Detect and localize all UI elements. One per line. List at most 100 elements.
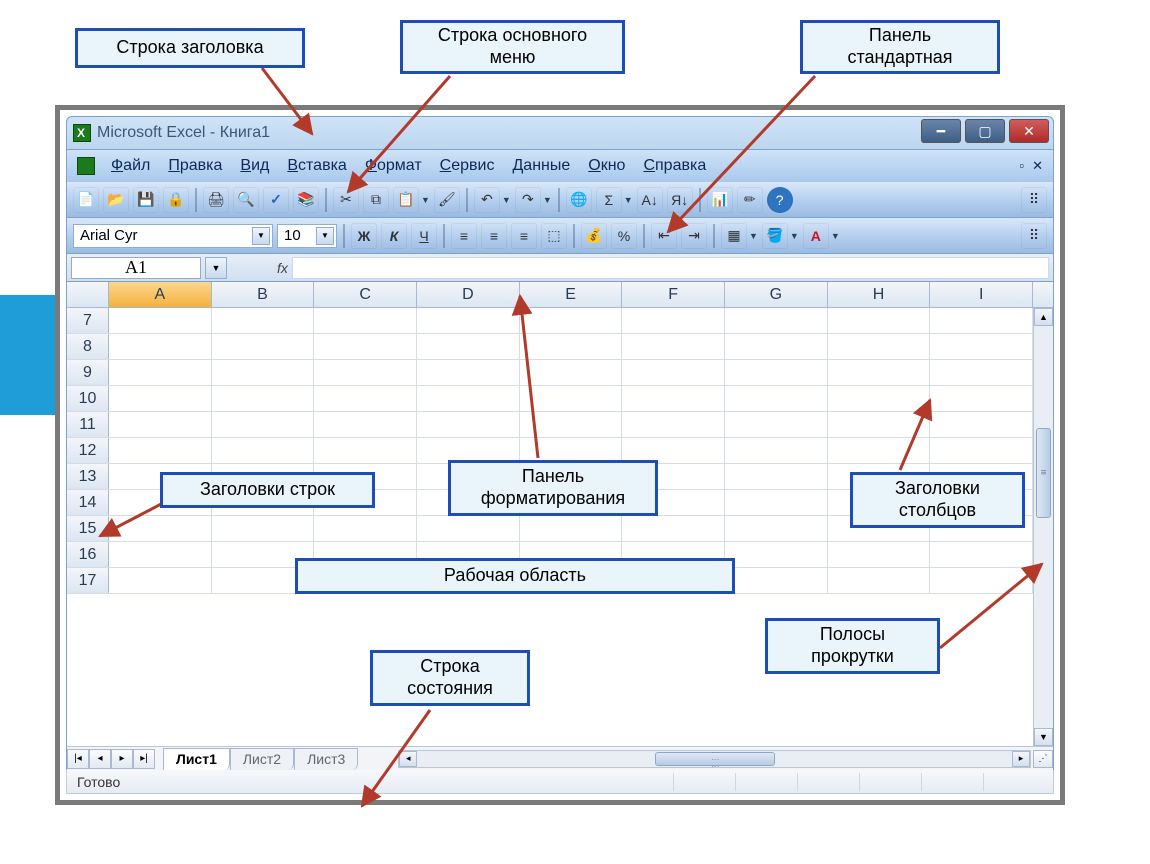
vertical-scrollbar[interactable]: ▲ ▼ bbox=[1033, 308, 1053, 746]
column-header[interactable]: G bbox=[725, 282, 828, 307]
row-header[interactable]: 10 bbox=[67, 386, 109, 411]
column-header[interactable]: H bbox=[828, 282, 931, 307]
menu-item[interactable]: Вид bbox=[240, 157, 269, 174]
toolbar-options-icon[interactable]: ⠿ bbox=[1021, 187, 1047, 213]
save-icon[interactable]: 💾 bbox=[133, 187, 159, 213]
merge-icon[interactable]: ⬚ bbox=[541, 223, 567, 249]
name-box-dropdown[interactable]: ▼ bbox=[205, 257, 227, 279]
copy-icon[interactable]: ⧉ bbox=[363, 187, 389, 213]
split-handle[interactable]: ⋰ bbox=[1033, 750, 1053, 768]
scroll-up-button[interactable]: ▲ bbox=[1034, 308, 1053, 326]
cell[interactable] bbox=[622, 334, 725, 359]
menu-item[interactable]: Вставка bbox=[287, 157, 346, 174]
borders-icon[interactable]: ▦ bbox=[721, 223, 747, 249]
row-header[interactable]: 15 bbox=[67, 516, 109, 541]
cell[interactable] bbox=[212, 516, 315, 541]
cell[interactable] bbox=[314, 412, 417, 437]
hscroll-thumb[interactable] bbox=[655, 752, 775, 766]
cell[interactable] bbox=[725, 490, 828, 515]
align-right-icon[interactable]: ≡ bbox=[511, 223, 537, 249]
minimize-button[interactable]: ━ bbox=[921, 119, 961, 143]
cell[interactable] bbox=[109, 412, 212, 437]
row-header[interactable]: 17 bbox=[67, 568, 109, 593]
new-icon[interactable]: 📄 bbox=[73, 187, 99, 213]
fill-color-icon[interactable]: 🪣 bbox=[762, 223, 788, 249]
title-bar[interactable]: Microsoft Excel - Книга1 ━ ▢ ✕ bbox=[66, 116, 1054, 150]
cell[interactable] bbox=[622, 386, 725, 411]
cell[interactable] bbox=[314, 334, 417, 359]
row-header[interactable]: 16 bbox=[67, 542, 109, 567]
format-painter-icon[interactable]: 🖌 bbox=[434, 187, 460, 213]
cell[interactable] bbox=[520, 308, 623, 333]
menu-item[interactable]: Окно bbox=[588, 157, 625, 174]
cut-icon[interactable]: ✂ bbox=[333, 187, 359, 213]
cell[interactable] bbox=[314, 438, 417, 463]
cell[interactable] bbox=[520, 412, 623, 437]
cell[interactable] bbox=[417, 412, 520, 437]
indent-dec-icon[interactable]: ⇤ bbox=[651, 223, 677, 249]
align-center-icon[interactable]: ≡ bbox=[481, 223, 507, 249]
scroll-right-button[interactable]: ▸ bbox=[1012, 751, 1030, 767]
cell[interactable] bbox=[417, 386, 520, 411]
cell[interactable] bbox=[930, 308, 1033, 333]
cell[interactable] bbox=[417, 516, 520, 541]
cell[interactable] bbox=[314, 360, 417, 385]
menu-item[interactable]: Правка bbox=[168, 157, 222, 174]
restore-icon[interactable]: ▫ bbox=[1019, 158, 1024, 174]
percent-icon[interactable]: % bbox=[611, 223, 637, 249]
cell[interactable] bbox=[212, 334, 315, 359]
cell[interactable] bbox=[725, 542, 828, 567]
sort-asc-icon[interactable]: A↓ bbox=[637, 187, 663, 213]
cell[interactable] bbox=[930, 438, 1033, 463]
cell[interactable] bbox=[828, 542, 931, 567]
cell[interactable] bbox=[725, 360, 828, 385]
bold-button[interactable]: Ж bbox=[351, 223, 377, 249]
column-header[interactable]: A bbox=[109, 282, 212, 307]
cell[interactable] bbox=[622, 360, 725, 385]
undo-icon[interactable]: ↶ bbox=[474, 187, 500, 213]
align-left-icon[interactable]: ≡ bbox=[451, 223, 477, 249]
menu-item[interactable]: Файл bbox=[111, 157, 150, 174]
font-color-icon[interactable]: A bbox=[803, 223, 829, 249]
cell[interactable] bbox=[622, 308, 725, 333]
cell[interactable] bbox=[109, 438, 212, 463]
column-header[interactable]: I bbox=[930, 282, 1033, 307]
cell[interactable] bbox=[725, 334, 828, 359]
italic-button[interactable]: К bbox=[381, 223, 407, 249]
cell[interactable] bbox=[930, 360, 1033, 385]
scroll-thumb[interactable] bbox=[1036, 428, 1051, 518]
cell[interactable] bbox=[622, 516, 725, 541]
row-header[interactable]: 7 bbox=[67, 308, 109, 333]
cell[interactable] bbox=[828, 360, 931, 385]
cell[interactable] bbox=[725, 308, 828, 333]
horizontal-scrollbar[interactable]: ◂ ▸ bbox=[398, 750, 1031, 768]
cell[interactable] bbox=[109, 334, 212, 359]
cell[interactable] bbox=[109, 386, 212, 411]
cell[interactable] bbox=[930, 334, 1033, 359]
chart-icon[interactable]: 📊 bbox=[707, 187, 733, 213]
cell[interactable] bbox=[725, 386, 828, 411]
cell[interactable] bbox=[314, 308, 417, 333]
tab-nav-prev[interactable]: ◂ bbox=[89, 749, 111, 769]
menu-item[interactable]: Справка bbox=[643, 157, 706, 174]
cell[interactable] bbox=[725, 438, 828, 463]
preview-icon[interactable]: 🔍 bbox=[233, 187, 259, 213]
cell[interactable] bbox=[828, 386, 931, 411]
currency-icon[interactable]: 💰 bbox=[581, 223, 607, 249]
tab-nav-next[interactable]: ▸ bbox=[111, 749, 133, 769]
column-header[interactable]: B bbox=[212, 282, 315, 307]
column-header[interactable]: C bbox=[314, 282, 417, 307]
cell[interactable] bbox=[109, 516, 212, 541]
cell[interactable] bbox=[725, 568, 828, 593]
cell[interactable] bbox=[930, 386, 1033, 411]
sheet-tab[interactable]: Лист3 bbox=[294, 748, 358, 770]
cell[interactable] bbox=[930, 568, 1033, 593]
scroll-down-button[interactable]: ▼ bbox=[1034, 728, 1053, 746]
row-header[interactable]: 9 bbox=[67, 360, 109, 385]
name-box[interactable]: A1 bbox=[71, 257, 201, 279]
sort-desc-icon[interactable]: Я↓ bbox=[667, 187, 693, 213]
cell[interactable] bbox=[109, 568, 212, 593]
cell[interactable] bbox=[930, 542, 1033, 567]
row-header[interactable]: 14 bbox=[67, 490, 109, 515]
drawing-icon[interactable]: ✏ bbox=[737, 187, 763, 213]
